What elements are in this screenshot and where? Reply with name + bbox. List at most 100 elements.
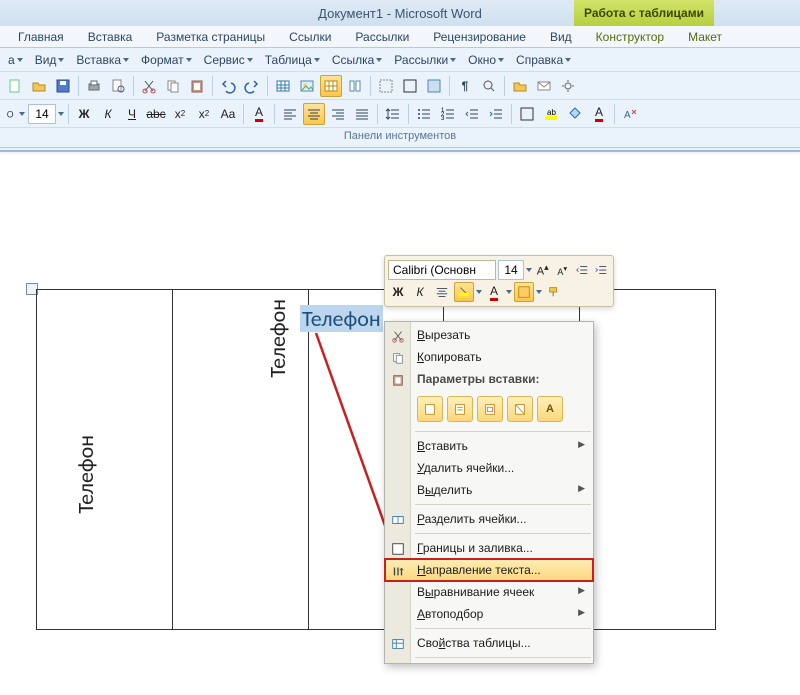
- mini-font-size[interactable]: [498, 260, 524, 280]
- shading-button[interactable]: [423, 75, 445, 97]
- cell-text-vertical-1[interactable]: Телефон: [72, 435, 99, 514]
- strike-button[interactable]: abc: [145, 103, 167, 125]
- shrink-font-button[interactable]: A▾: [554, 260, 572, 280]
- menu-file[interactable]: а: [2, 50, 29, 70]
- paste-option-overwrite[interactable]: [507, 396, 533, 422]
- borders-dropdown[interactable]: [516, 103, 538, 125]
- paste-option-text-only[interactable]: A: [537, 396, 563, 422]
- bold-button[interactable]: Ж: [73, 103, 95, 125]
- mail-button[interactable]: [533, 75, 555, 97]
- subscript-button[interactable]: x2: [169, 103, 191, 125]
- cell-text-vertical-2[interactable]: Телефон: [264, 299, 291, 378]
- paste-option-merge[interactable]: [447, 396, 473, 422]
- italic-button[interactable]: К: [97, 103, 119, 125]
- table-cell[interactable]: [580, 290, 716, 630]
- columns-button[interactable]: [344, 75, 366, 97]
- paste-option-keep-source[interactable]: [417, 396, 443, 422]
- tab-home[interactable]: Главная: [6, 27, 76, 47]
- settings-button[interactable]: [557, 75, 579, 97]
- font-color-2-button[interactable]: A: [588, 103, 610, 125]
- ctx-select[interactable]: Выделить: [385, 479, 593, 501]
- shading-color-button[interactable]: [564, 103, 586, 125]
- tab-view[interactable]: Вид: [538, 27, 584, 47]
- underline-button[interactable]: Ч: [121, 103, 143, 125]
- font-size-input[interactable]: [28, 104, 56, 124]
- chevron-down-icon[interactable]: [476, 290, 482, 294]
- ctx-split-cells[interactable]: Разделить ячейки...: [385, 508, 593, 530]
- grow-font-button[interactable]: A▴: [534, 260, 552, 280]
- mini-highlight[interactable]: [454, 282, 474, 302]
- table[interactable]: [36, 289, 716, 630]
- font-color-button[interactable]: A: [248, 103, 270, 125]
- open-button[interactable]: [28, 75, 50, 97]
- paste-option-nest[interactable]: [477, 396, 503, 422]
- ctx-delete-cells[interactable]: Удалить ячейки...: [385, 457, 593, 479]
- ctx-text-direction[interactable]: Направление текста...: [385, 559, 593, 581]
- menu-help[interactable]: Справка: [510, 50, 577, 70]
- mini-font-color[interactable]: A: [484, 282, 504, 302]
- increase-indent-button[interactable]: [485, 103, 507, 125]
- zoom-button[interactable]: [478, 75, 500, 97]
- decrease-indent-button[interactable]: [461, 103, 483, 125]
- ctx-borders-shading[interactable]: Границы и заливка...: [385, 537, 593, 559]
- chevron-down-icon[interactable]: [58, 112, 64, 116]
- ctx-copy[interactable]: Копировать: [385, 346, 593, 368]
- ctx-table-properties[interactable]: Свойства таблицы...: [385, 632, 593, 654]
- tab-insert[interactable]: Вставка: [76, 27, 145, 47]
- increase-indent-mini[interactable]: [593, 260, 611, 280]
- cut-button[interactable]: [138, 75, 160, 97]
- borders-button[interactable]: [399, 75, 421, 97]
- table-cell[interactable]: [37, 290, 173, 630]
- insert-picture-button[interactable]: [296, 75, 318, 97]
- align-center-button[interactable]: [303, 103, 325, 125]
- highlight-button[interactable]: ab: [540, 103, 562, 125]
- align-justify-button[interactable]: [351, 103, 373, 125]
- print-button[interactable]: [83, 75, 105, 97]
- mini-font-name[interactable]: [388, 260, 496, 280]
- insert-table-button[interactable]: [272, 75, 294, 97]
- chevron-down-icon[interactable]: [526, 268, 532, 272]
- tab-table-layout[interactable]: Макет: [676, 27, 734, 47]
- decrease-indent-mini[interactable]: [573, 260, 591, 280]
- menu-window[interactable]: Окно: [462, 50, 510, 70]
- menu-service[interactable]: Сервис: [198, 50, 259, 70]
- menu-table[interactable]: Таблица: [259, 50, 326, 70]
- menu-view[interactable]: Вид: [29, 50, 71, 70]
- mini-italic[interactable]: К: [410, 282, 430, 302]
- copy-button[interactable]: [162, 75, 184, 97]
- redo-button[interactable]: [241, 75, 263, 97]
- change-case-button[interactable]: Aa: [217, 103, 239, 125]
- ctx-cut[interactable]: Вырезать: [385, 324, 593, 346]
- menu-insert[interactable]: Вставка: [70, 50, 135, 70]
- ctx-cell-alignment[interactable]: Выравнивание ячеек: [385, 581, 593, 603]
- tab-review[interactable]: Рецензирование: [421, 27, 538, 47]
- mini-shading[interactable]: [514, 282, 534, 302]
- clear-formatting-button[interactable]: A: [619, 103, 641, 125]
- menu-format[interactable]: Формат: [135, 50, 198, 70]
- numbering-button[interactable]: 123: [437, 103, 459, 125]
- toggle-grid-button[interactable]: [375, 75, 397, 97]
- line-spacing-button[interactable]: [382, 103, 404, 125]
- document-viewport[interactable]: Телефон Телефон Телефон A▴ A▾ Ж К A: [0, 175, 800, 681]
- align-right-button[interactable]: [327, 103, 349, 125]
- menu-link[interactable]: Ссылка: [326, 50, 388, 70]
- superscript-button[interactable]: x2: [193, 103, 215, 125]
- tab-mailings[interactable]: Рассылки: [343, 27, 421, 47]
- new-doc-button[interactable]: [4, 75, 26, 97]
- tab-table-design[interactable]: Конструктор: [584, 27, 676, 47]
- mini-align-center[interactable]: [432, 282, 452, 302]
- chevron-down-icon[interactable]: [536, 290, 542, 294]
- ctx-insert[interactable]: Вставить: [385, 435, 593, 457]
- save-button[interactable]: [52, 75, 74, 97]
- print-preview-button[interactable]: [107, 75, 129, 97]
- chevron-down-icon[interactable]: [506, 290, 512, 294]
- bullets-button[interactable]: [413, 103, 435, 125]
- style-dropdown[interactable]: О: [4, 103, 26, 125]
- cell-text-selected[interactable]: Телефон: [300, 305, 383, 332]
- ctx-autofit[interactable]: Автоподбор: [385, 603, 593, 625]
- mini-format-painter[interactable]: [544, 282, 564, 302]
- folder-button[interactable]: [509, 75, 531, 97]
- align-left-button[interactable]: [279, 103, 301, 125]
- undo-button[interactable]: [217, 75, 239, 97]
- paste-button[interactable]: [186, 75, 208, 97]
